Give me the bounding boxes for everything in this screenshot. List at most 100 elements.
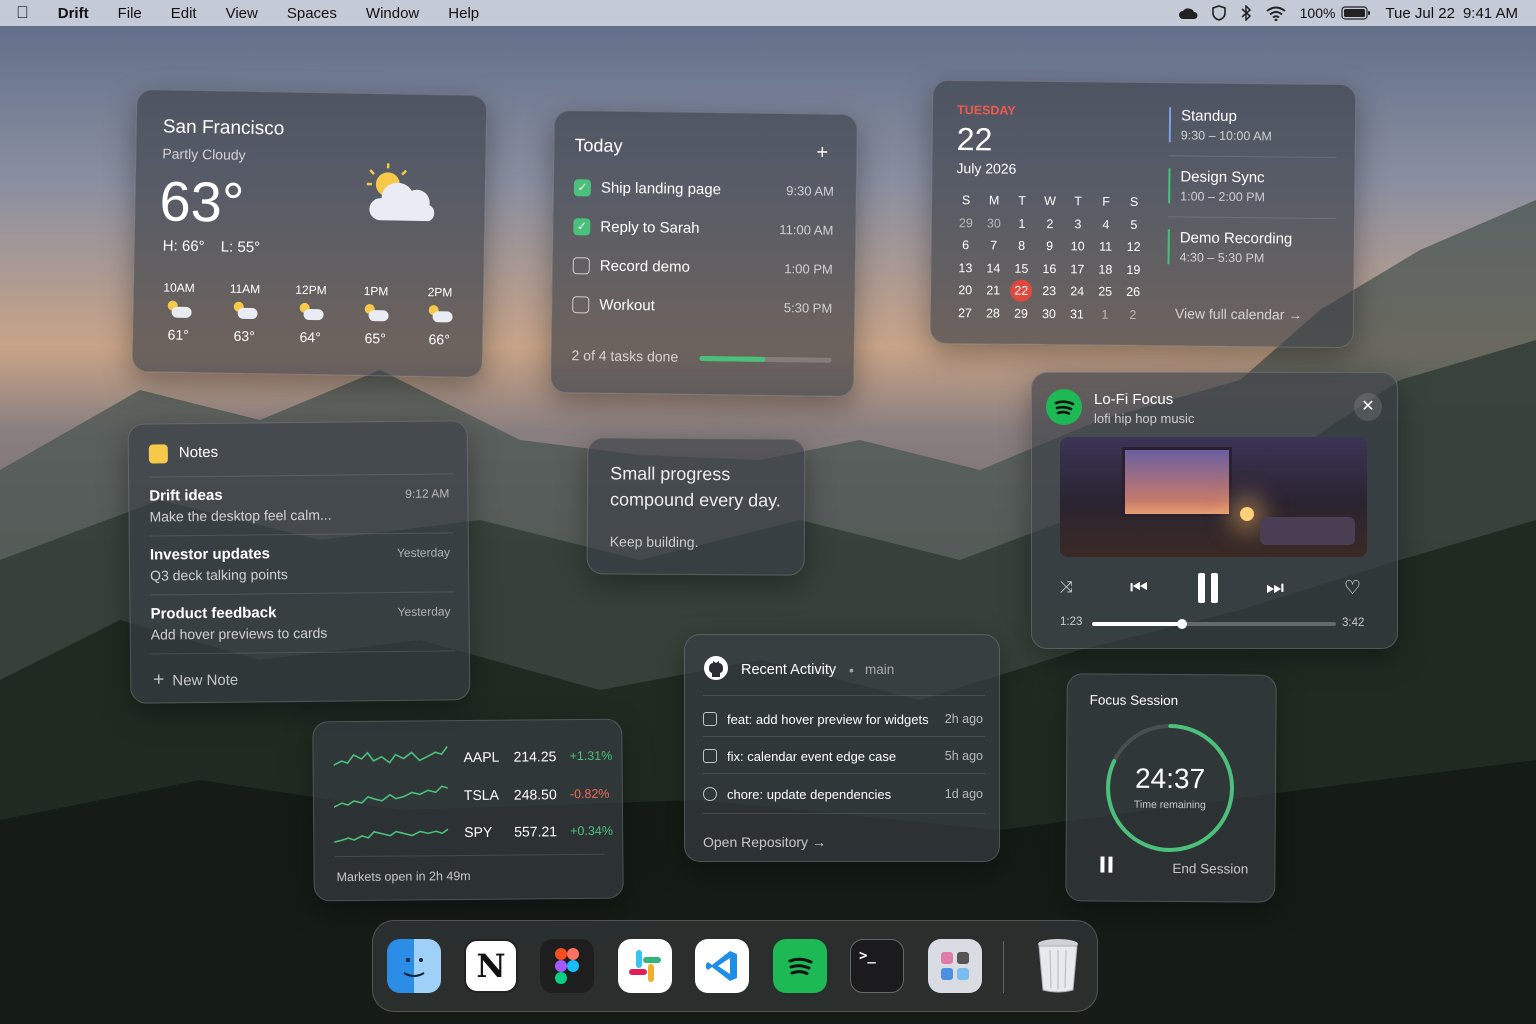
calendar-date[interactable]: 25 — [1091, 285, 1119, 299]
focus-session-widget[interactable]: Focus Session 24:37 Time remaining End S… — [1065, 673, 1277, 903]
notes-widget[interactable]: Notes Drift ideas Make the desktop feel … — [127, 420, 471, 704]
calendar-date[interactable]: 15 — [1007, 261, 1035, 275]
next-button[interactable]: ⏭ — [1266, 577, 1284, 600]
calendar-date[interactable]: 29 — [1007, 306, 1035, 320]
calendar-date[interactable]: 5 — [1120, 218, 1148, 232]
note-item[interactable]: Drift ideas Make the desktop feel calm..… — [149, 484, 449, 524]
heart-icon[interactable]: ♡ — [1344, 577, 1361, 600]
calendar-date[interactable]: 8 — [1008, 239, 1036, 253]
task-item[interactable]: Record demo 1:00 PM — [572, 253, 833, 281]
menu-file[interactable]: File — [118, 5, 142, 22]
calendar-date[interactable]: 18 — [1091, 262, 1119, 276]
calendar-date[interactable]: 7 — [980, 239, 1008, 253]
calendar-date[interactable]: 28 — [979, 306, 1007, 320]
finder-icon[interactable] — [387, 939, 441, 993]
previous-button[interactable]: ⏮ — [1130, 577, 1148, 600]
menu-spaces[interactable]: Spaces — [287, 5, 337, 22]
pause-button[interactable] — [1100, 856, 1114, 873]
cloud-icon[interactable] — [1178, 6, 1198, 20]
note-item[interactable]: Investor updates Q3 deck talking points … — [150, 543, 450, 583]
note-item[interactable]: Product feedback Add hover previews to c… — [150, 602, 450, 642]
apple-icon[interactable]:  — [16, 3, 29, 23]
trash-icon[interactable] — [1031, 939, 1085, 993]
app-menu[interactable]: Drift — [58, 5, 89, 22]
weather-widget[interactable]: San Francisco Partly Cloudy 63° H: 66° L… — [131, 88, 488, 379]
open-repository-link[interactable]: Open Repository → — [703, 834, 826, 850]
calendar-date[interactable]: 16 — [1035, 262, 1063, 276]
calendar-date[interactable]: 10 — [1064, 239, 1092, 253]
commit-item[interactable]: feat: add hover preview for widgets 2h a… — [703, 708, 983, 730]
shield-icon[interactable] — [1211, 5, 1226, 21]
calendar-date[interactable]: 31 — [1063, 307, 1091, 321]
menu-view[interactable]: View — [226, 5, 258, 22]
calendar-date[interactable]: 2 — [1036, 217, 1064, 231]
calendar-date[interactable]: 27 — [951, 306, 979, 320]
checkbox-checked[interactable]: ✓ — [573, 178, 592, 196]
menu-date[interactable]: Tue Jul 22 — [1385, 5, 1455, 22]
bluetooth-icon[interactable] — [1240, 5, 1252, 21]
calendar-date[interactable]: 12 — [1120, 240, 1148, 254]
notion-icon[interactable]: N — [464, 939, 518, 993]
calendar-date[interactable]: 30 — [1035, 307, 1063, 321]
commit-item[interactable]: chore: update dependencies 1d ago — [703, 783, 983, 805]
calendar-date[interactable]: 6 — [952, 238, 980, 252]
task-item[interactable]: Workout 5:30 PM — [572, 292, 832, 320]
calendar-date[interactable]: 4 — [1092, 217, 1120, 231]
vscode-icon[interactable] — [695, 939, 749, 993]
stock-row[interactable]: SPY 557.21 +0.34% — [334, 817, 613, 847]
close-button[interactable]: ✕ — [1354, 393, 1382, 421]
stocks-widget[interactable]: AAPL 214.25 +1.31% TSLA 248.50 -0.82% SP… — [312, 718, 624, 902]
calendar-date[interactable]: 14 — [979, 261, 1007, 275]
pause-button[interactable] — [1196, 573, 1222, 603]
new-note-button[interactable]: + New Note — [153, 669, 238, 692]
figma-icon[interactable] — [540, 939, 594, 993]
scrub-handle[interactable] — [1177, 619, 1188, 629]
calendar-widget[interactable]: TUESDAY 22 July 2026 S M T W T F S 29 30… — [929, 79, 1357, 349]
menu-help[interactable]: Help — [448, 5, 479, 22]
commit-item[interactable]: fix: calendar event edge case 5h ago — [703, 745, 983, 767]
terminal-icon[interactable]: >_ — [850, 939, 904, 993]
stock-row[interactable]: TSLA 248.50 -0.82% — [333, 780, 610, 810]
menu-edit[interactable]: Edit — [171, 5, 197, 22]
calendar-date[interactable]: 21 — [979, 284, 1007, 298]
calendar-date[interactable]: 1 — [1091, 307, 1119, 321]
calendar-date[interactable]: 26 — [1119, 285, 1147, 299]
checkbox-unchecked[interactable] — [572, 295, 590, 313]
calendar-date[interactable]: 11 — [1092, 240, 1120, 254]
calendar-date[interactable]: 9 — [1036, 239, 1064, 253]
calendar-event[interactable]: Design Sync 1:00 – 2:00 PM — [1168, 168, 1337, 206]
music-player-widget[interactable]: Lo-Fi Focus lofi hip hop music ✕ ⤨ ⏮ ⏭ ♡… — [1031, 372, 1398, 649]
slack-icon[interactable] — [618, 939, 672, 993]
spotify-icon[interactable] — [773, 939, 827, 993]
calendar-date[interactable]: 1 — [1008, 216, 1036, 230]
calendar-date[interactable]: 24 — [1063, 284, 1091, 298]
checkbox-unchecked[interactable] — [572, 256, 590, 274]
add-task-button[interactable]: + — [816, 142, 828, 164]
stock-row[interactable]: AAPL 214.25 +1.31% — [333, 742, 612, 772]
end-session-button[interactable]: End Session — [1172, 861, 1248, 877]
today-tasks-widget[interactable]: Today + ✓ Ship landing page 9:30 AM ✓ Re… — [550, 109, 858, 398]
launchpad-icon[interactable] — [928, 939, 982, 993]
calendar-date[interactable]: 2 — [1119, 308, 1147, 322]
calendar-date[interactable]: 3 — [1064, 217, 1092, 231]
view-full-calendar-link[interactable]: View full calendar → — [1175, 305, 1303, 322]
menu-window[interactable]: Window — [366, 5, 419, 22]
music-progress-track[interactable] — [1092, 619, 1336, 629]
wifi-icon[interactable] — [1266, 6, 1286, 21]
calendar-date[interactable]: 19 — [1119, 263, 1147, 277]
github-activity-widget[interactable]: Recent Activity • main feat: add hover p… — [684, 634, 1000, 862]
calendar-event[interactable]: Demo Recording 4:30 – 5:30 PM — [1167, 229, 1336, 267]
task-item[interactable]: ✓ Ship landing page 9:30 AM — [573, 175, 834, 203]
calendar-date[interactable]: 23 — [1035, 284, 1063, 298]
menu-time[interactable]: 9:41 AM — [1463, 5, 1518, 22]
calendar-date[interactable]: 20 — [951, 283, 979, 297]
calendar-date[interactable]: 13 — [951, 261, 979, 275]
calendar-event[interactable]: Standup 9:30 – 10:00 AM — [1168, 107, 1338, 145]
calendar-date[interactable]: 17 — [1063, 262, 1091, 276]
shuffle-button[interactable]: ⤨ — [1060, 579, 1073, 597]
calendar-date[interactable]: 29 — [952, 216, 980, 230]
calendar-date[interactable]: 30 — [980, 216, 1008, 230]
task-item[interactable]: ✓ Reply to Sarah 11:00 AM — [573, 214, 833, 242]
battery-icon[interactable] — [1341, 6, 1371, 20]
calendar-date-today[interactable]: 22 — [1010, 279, 1033, 303]
